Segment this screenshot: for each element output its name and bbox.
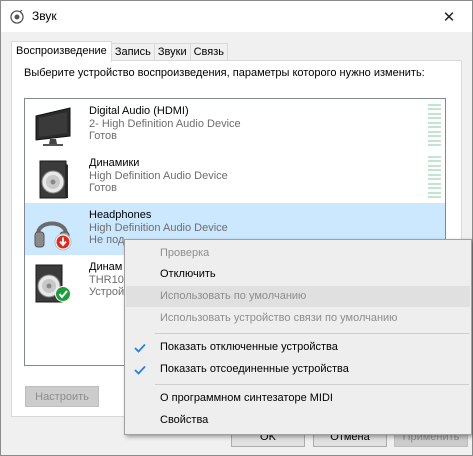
headphones-icon	[34, 221, 72, 251]
volume-meter	[428, 104, 441, 146]
menu-item-show-disconnected[interactable]: Показать отсоединенные устройства	[126, 359, 470, 380]
context-menu: Проверка Отключить Использовать по умолч…	[124, 239, 472, 435]
configure-button[interactable]: Настроить	[25, 386, 99, 407]
menu-item-label: О программном синтезаторе MIDI	[160, 392, 333, 404]
close-button[interactable]: ✕	[426, 1, 472, 32]
menu-item-label: Показать отсоединенные устройства	[160, 363, 349, 375]
menu-item-midi-synth[interactable]: О программном синтезаторе MIDI	[126, 388, 470, 409]
volume-meter	[428, 156, 441, 198]
menu-separator	[155, 384, 469, 385]
menu-item-label: Проверка	[160, 247, 210, 259]
checkmark-icon	[134, 337, 148, 358]
device-item-speakers[interactable]: Динамики High Definition Audio Device Го…	[25, 151, 445, 203]
menu-item-disable[interactable]: Отключить	[126, 264, 470, 285]
menu-item-set-default[interactable]: Использовать по умолчанию	[126, 286, 470, 307]
tab-communications[interactable]: Связь	[189, 43, 229, 61]
tab-strip: Воспроизведение Запись Звуки Связь	[11, 41, 229, 62]
tab-recording[interactable]: Запись	[110, 43, 155, 61]
menu-separator	[155, 333, 469, 334]
menu-item-set-default-communication[interactable]: Использовать устройство связи по умолчан…	[126, 308, 470, 329]
device-status: Готов	[89, 130, 117, 142]
speaker-app-icon	[10, 10, 24, 24]
window-title: Звук	[32, 9, 57, 23]
sound-dialog: Звук ✕ Воспроизведение Запись Звуки Связ…	[0, 0, 473, 456]
device-name: Headphones	[89, 209, 152, 221]
menu-item-label: Свойства	[160, 414, 209, 426]
speaker-icon	[39, 160, 68, 199]
menu-item-show-disabled[interactable]: Показать отключенные устройства	[126, 337, 470, 358]
device-driver: THR10	[89, 274, 124, 286]
device-driver: High Definition Audio Device	[89, 222, 228, 234]
tab-playback[interactable]: Воспроизведение	[11, 41, 112, 62]
tab-sounds[interactable]: Звуки	[153, 43, 191, 61]
menu-item-label: Показать отключенные устройства	[160, 341, 338, 353]
device-name: Динамики	[89, 157, 140, 169]
device-name: Динам	[89, 261, 123, 273]
device-status: Устрой	[89, 286, 125, 298]
menu-item-properties[interactable]: Свойства	[126, 410, 470, 431]
monitor-icon	[35, 107, 71, 146]
menu-item-label: Использовать по умолчанию	[160, 290, 307, 302]
checkmark-icon	[134, 359, 148, 380]
device-driver: 2- High Definition Audio Device	[89, 118, 241, 130]
menu-item-label: Использовать устройство связи по умолчан…	[160, 312, 398, 324]
close-icon: ✕	[442, 8, 456, 26]
speaker-icon	[35, 264, 71, 303]
device-status: Не под	[89, 234, 125, 246]
menu-item-test[interactable]: Проверка	[126, 243, 470, 264]
device-name: Digital Audio (HDMI)	[89, 105, 189, 117]
device-driver: High Definition Audio Device	[89, 170, 228, 182]
title-bar[interactable]: Звук ✕	[1, 1, 472, 32]
instruction-text: Выберите устройство воспроизведения, пар…	[24, 67, 425, 79]
default-check-badge	[56, 287, 70, 301]
menu-item-label: Отключить	[160, 268, 216, 280]
device-status: Готов	[89, 182, 117, 194]
device-item-hdmi[interactable]: Digital Audio (HDMI) 2- High Definition …	[25, 99, 445, 151]
